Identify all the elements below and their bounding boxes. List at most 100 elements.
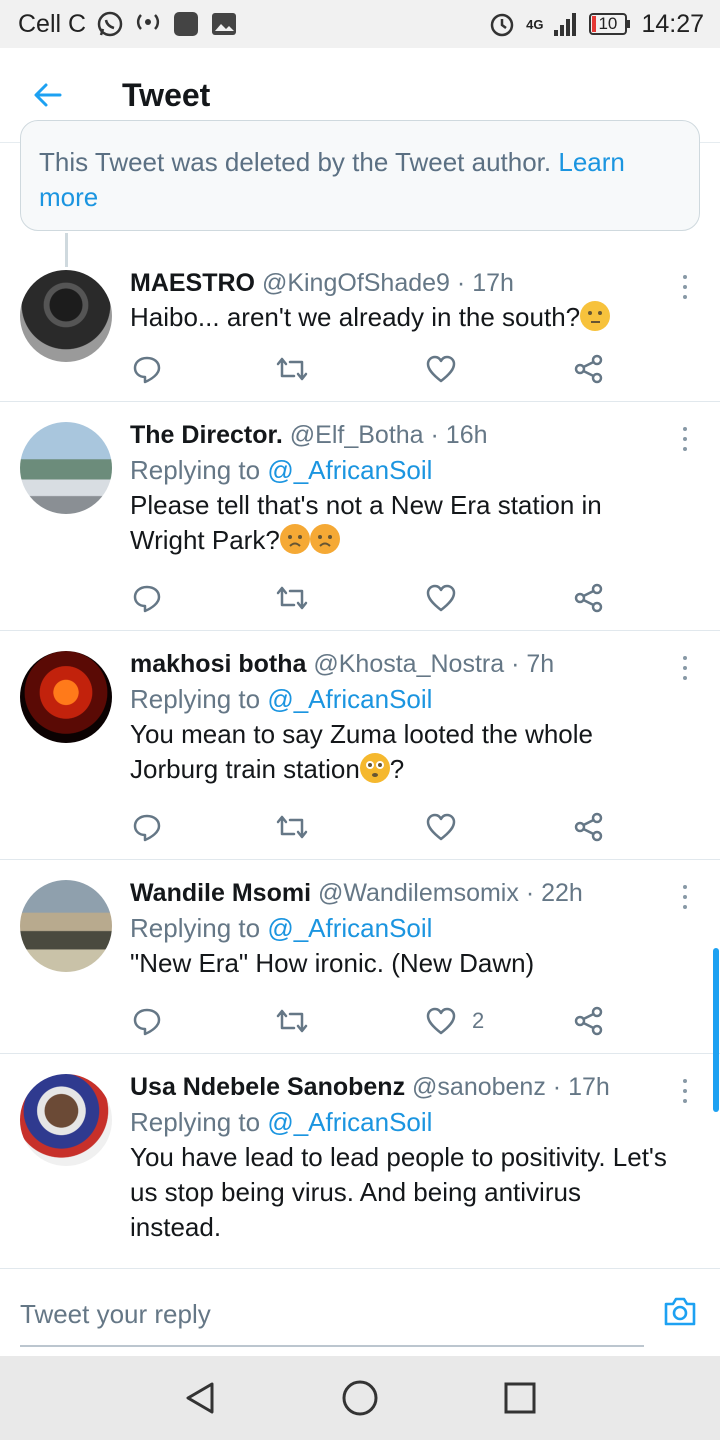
tweet-item[interactable]: Wandile Msomi @Wandilemsomix · 22h Reply… [0, 860, 720, 1054]
avatar[interactable] [20, 651, 112, 743]
author-handle[interactable]: @KingOfShade9 [262, 269, 450, 297]
like-button[interactable]: 2 [424, 1003, 484, 1039]
app-notification-icon [172, 10, 200, 38]
status-bar: Cell C 4G 10 14:27 [0, 0, 720, 48]
more-options-button[interactable] [672, 1076, 698, 1106]
tweet-header: makhosi botha @Khosta_Nostra · 7h [130, 647, 674, 681]
reply-button[interactable] [130, 351, 164, 387]
whatsapp-icon [96, 10, 124, 38]
replying-to: Replying to @_AfricanSoil [130, 913, 433, 943]
like-button[interactable] [424, 809, 472, 845]
author-name[interactable]: The Director. [130, 421, 283, 449]
like-button[interactable] [424, 580, 472, 616]
retweet-button[interactable] [274, 351, 310, 387]
like-button[interactable] [424, 351, 472, 387]
replying-to: Replying to @_AfricanSoil [130, 455, 433, 485]
sad-relieved-face-icon [309, 524, 340, 554]
avatar[interactable] [20, 422, 112, 514]
avatar[interactable] [20, 880, 112, 972]
reply-input[interactable]: Tweet your reply [20, 1281, 644, 1347]
author-handle[interactable]: @Khosta_Nostra [313, 650, 504, 678]
retweet-icon [276, 1009, 308, 1033]
retweet-button[interactable] [274, 809, 310, 845]
heart-icon [426, 1007, 456, 1035]
sad-relieved-face-icon [279, 524, 310, 554]
share-button[interactable] [572, 1003, 606, 1039]
scrollbar-thumb[interactable] [713, 948, 719, 1112]
page-title: Tweet [122, 76, 211, 113]
tweet-text-line: Wright Park? [130, 525, 280, 555]
tweet-text: Haibo... aren't we already in the south? [130, 300, 674, 335]
reply-mention-link[interactable]: @_AfricanSoil [267, 1107, 432, 1137]
author-handle[interactable]: @sanobenz [412, 1073, 546, 1101]
tweet-text-line: instead. [130, 1212, 222, 1242]
tweet-text-line: Haibo... aren't we already in the south? [130, 302, 581, 332]
avatar[interactable] [20, 270, 112, 362]
nav-home-button[interactable] [330, 1368, 390, 1428]
share-button[interactable] [572, 351, 606, 387]
tweet-item[interactable]: MAESTRO @KingOfShade9 · 17h Haibo... are… [0, 252, 720, 402]
author-name[interactable]: makhosi botha [130, 650, 306, 678]
heart-icon [426, 584, 456, 612]
flushed-face-icon [359, 753, 390, 783]
tweet-item[interactable]: Usa Ndebele Sanobenz @sanobenz · 17h Rep… [0, 1054, 720, 1268]
reply-button[interactable] [130, 809, 164, 845]
share-icon [574, 354, 603, 384]
tweet-actions: 2 [130, 1003, 610, 1039]
like-count: 2 [472, 1008, 485, 1033]
tweet-text-line: Please tell that's not a New Era station… [130, 490, 602, 520]
tweet-time: · 7h [511, 650, 555, 678]
heart-icon [426, 355, 456, 383]
camera-button[interactable] [662, 1293, 698, 1329]
square-recents-icon [504, 1382, 536, 1414]
reply-mention-link[interactable]: @_AfricanSoil [267, 455, 432, 485]
tweet-header: The Director. @Elf_Botha · 16h [130, 418, 674, 452]
reply-icon [133, 356, 161, 384]
battery-icon: 10 [589, 12, 631, 36]
more-options-button[interactable] [672, 653, 698, 683]
reply-mention-link[interactable]: @_AfricanSoil [267, 913, 432, 943]
retweet-button[interactable] [274, 1003, 310, 1039]
share-button[interactable] [572, 580, 606, 616]
tweet-actions [130, 351, 610, 387]
reply-icon [133, 585, 161, 613]
author-name[interactable]: MAESTRO [130, 269, 255, 297]
tweet-item[interactable]: The Director. @Elf_Botha · 16h Replying … [0, 402, 720, 631]
nav-back-button[interactable] [170, 1368, 230, 1428]
tweet-time: · 17h [552, 1073, 610, 1101]
replying-to: Replying to @_AfricanSoil [130, 684, 433, 714]
reply-composer: Tweet your reply [0, 1268, 720, 1356]
tweet-time: · 17h [456, 269, 514, 297]
reply-button[interactable] [130, 580, 164, 616]
author-handle[interactable]: @Wandilemsomix [318, 879, 519, 907]
share-icon [574, 812, 603, 842]
tweet-text-line: Jorburg train station [130, 754, 360, 784]
share-button[interactable] [572, 809, 606, 845]
author-handle[interactable]: @Elf_Botha [290, 421, 424, 449]
retweet-icon [276, 586, 308, 610]
tweet-header: MAESTRO @KingOfShade9 · 17h [130, 266, 674, 300]
reply-mention-link[interactable]: @_AfricanSoil [267, 684, 432, 714]
tweet-time: · 16h [430, 421, 488, 449]
tweet-text-line: "New Era" How ironic. (New Dawn) [130, 948, 535, 978]
more-options-button[interactable] [672, 882, 698, 912]
circle-home-icon [342, 1380, 378, 1416]
author-name[interactable]: Usa Ndebele Sanobenz [130, 1073, 405, 1101]
tweet-item[interactable]: makhosi botha @Khosta_Nostra · 7h Replyi… [0, 631, 720, 860]
share-icon [574, 1006, 603, 1036]
signal-icon [553, 12, 579, 36]
arrow-left-icon [34, 83, 62, 107]
retweet-button[interactable] [274, 580, 310, 616]
tweet-text-line: You mean to say Zuma looted the whole [130, 719, 593, 749]
author-name[interactable]: Wandile Msomi [130, 879, 311, 907]
nav-recents-button[interactable] [490, 1368, 550, 1428]
triangle-back-icon [186, 1382, 214, 1414]
reply-button[interactable] [130, 1003, 164, 1039]
tweet-text: You have lead to lead people to positivi… [130, 1140, 674, 1245]
more-options-button[interactable] [672, 272, 698, 302]
more-options-button[interactable] [672, 424, 698, 454]
tweet-text-line: ? [389, 754, 405, 784]
replying-to: Replying to @_AfricanSoil [130, 1107, 433, 1137]
avatar[interactable] [20, 1074, 112, 1166]
reply-icon [133, 814, 161, 842]
